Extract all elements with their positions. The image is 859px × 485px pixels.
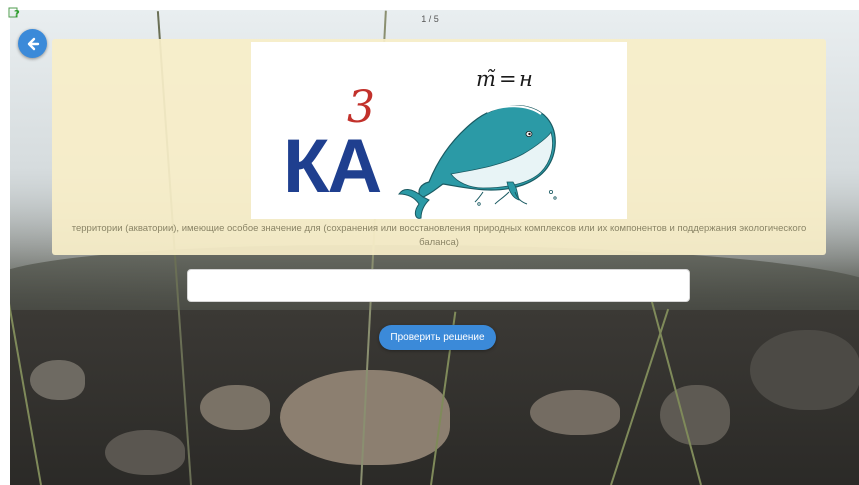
rock xyxy=(105,430,185,475)
rock xyxy=(30,360,85,400)
back-button[interactable] xyxy=(18,29,47,58)
rebus-superscript: 3 xyxy=(347,82,375,133)
answer-input[interactable] xyxy=(187,269,690,302)
svg-text:?: ? xyxy=(14,9,20,20)
water-splash xyxy=(474,191,528,205)
green-question-mark-icon[interactable]: ? xyxy=(8,6,22,20)
rebus-equation-sign: = xyxy=(499,67,517,91)
rebus-equation-right: н xyxy=(519,67,533,91)
check-solution-button[interactable]: Проверить решение xyxy=(379,325,496,350)
question-counter: 1 / 5 xyxy=(421,14,439,24)
rock xyxy=(660,385,730,445)
question-description: территории (акватории), имеющие особое з… xyxy=(71,223,807,248)
app-window: ? 1 / 5 КА 3 т̃ = н территории (акватори… xyxy=(0,0,859,485)
rebus-image: КА 3 т̃ = н xyxy=(251,42,627,219)
rock xyxy=(530,390,620,435)
rock xyxy=(750,330,859,410)
arrow-left-icon xyxy=(27,37,39,50)
whale-illustration xyxy=(398,105,557,219)
rock xyxy=(200,385,270,430)
rebus-letters: КА xyxy=(283,124,380,209)
rebus-equation-left: т̃ xyxy=(476,67,496,91)
question-card: КА 3 т̃ = н территории (акватории), имею… xyxy=(52,39,826,255)
